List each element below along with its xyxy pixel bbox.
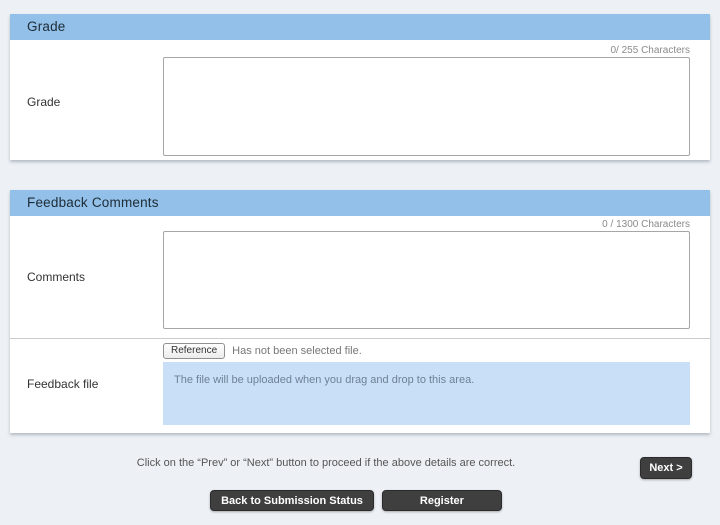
file-dropzone[interactable]: The file will be uploaded when you drag … xyxy=(163,362,690,425)
comments-input[interactable] xyxy=(163,231,690,329)
file-select-row: Reference Has not been selected file. xyxy=(163,343,362,359)
comments-field-label: Comments xyxy=(27,270,85,284)
next-button[interactable]: Next > xyxy=(640,457,692,479)
grade-section-header: Grade xyxy=(10,14,710,40)
feedback-file-label: Feedback file xyxy=(27,377,98,391)
bottom-button-row: Back to Submission Status Register xyxy=(0,490,712,511)
back-to-submission-status-button[interactable]: Back to Submission Status xyxy=(210,490,374,511)
register-button[interactable]: Register xyxy=(382,490,502,511)
feedback-comments-section: Feedback Comments 0 / 1300 Characters Co… xyxy=(10,190,710,433)
no-file-selected-text: Has not been selected file. xyxy=(232,345,362,357)
comments-char-counter: 0 / 1300 Characters xyxy=(602,219,690,230)
grade-field-label: Grade xyxy=(27,95,60,109)
proceed-instruction-text: Click on the “Prev” or “Next” button to … xyxy=(0,457,652,469)
feedback-section-header: Feedback Comments xyxy=(10,190,710,216)
grade-section: Grade 0/ 255 Characters Grade xyxy=(10,14,710,160)
row-divider xyxy=(10,338,710,339)
dropzone-hint-text: The file will be uploaded when you drag … xyxy=(174,374,474,386)
grade-char-counter: 0/ 255 Characters xyxy=(611,45,691,56)
reference-button[interactable]: Reference xyxy=(163,343,225,359)
grade-input[interactable] xyxy=(163,57,690,156)
